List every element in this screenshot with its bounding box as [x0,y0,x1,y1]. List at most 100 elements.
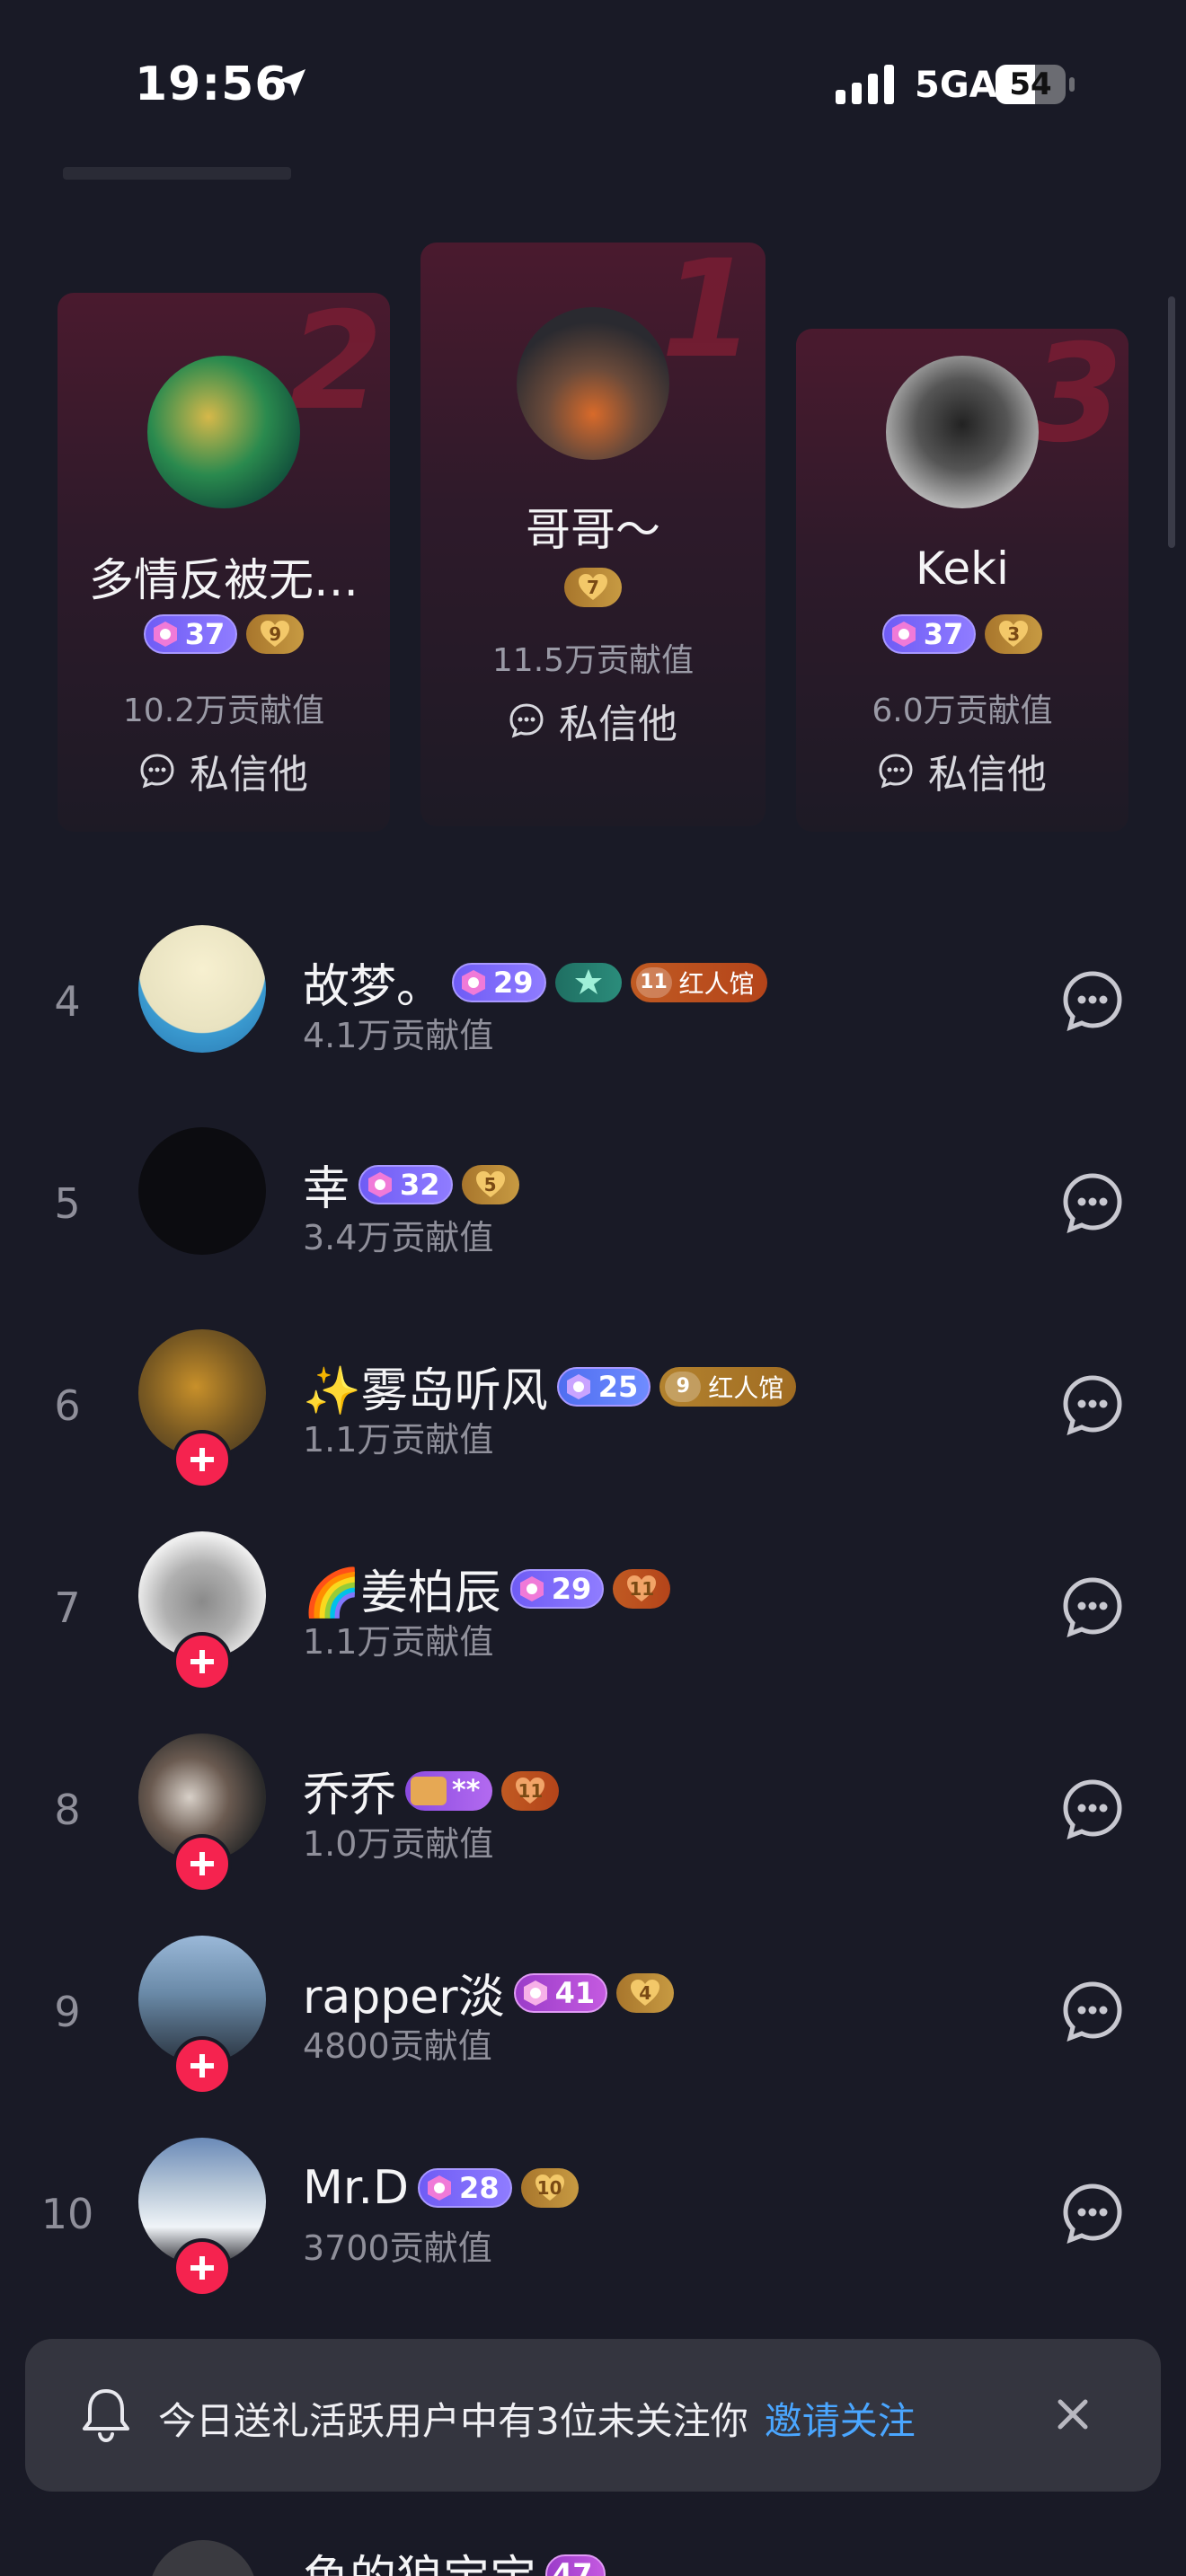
avatar[interactable] [886,356,1039,508]
gem-icon [523,1980,547,2006]
podium-card-3[interactable]: 3 Keki 37 3 6.0万贡献值 私信他 [796,329,1128,832]
header-divider [63,167,291,180]
avatar[interactable] [149,2540,257,2576]
name-line: 乔乔 ** 11 [303,1757,560,1824]
plus-icon [190,1650,214,1673]
avatar[interactable] [138,925,266,1053]
plus-icon [190,1852,214,1875]
level-badge: 37 [881,614,977,654]
podium-card-1[interactable]: 1 哥哥～ 7 11.5万贡献值 私信他 [420,243,766,826]
list-item[interactable]: 10 Mr.D 28 10 3700贡献值 [0,2120,1186,2322]
list-item[interactable]: 9 rapper淡 41 4 4800贡献值 [0,1918,1186,2120]
rank-number: 8 [54,1786,81,1834]
heart-badge: 4 [616,1972,675,2013]
list-item[interactable]: 7 🌈姜柏辰 29 11 1.1万贡献值 [0,1513,1186,1716]
contribution-value: 11.5万贡献值 [491,642,695,679]
user-name[interactable]: 鱼的狼宝宝 [303,2540,536,2576]
chat-icon[interactable] [1060,1777,1125,1841]
list-item-partial[interactable]: 鱼的狼宝宝 47 [0,2533,1186,2576]
podium-name[interactable]: Keki [796,543,1128,595]
rank-number: 9 [54,1988,81,2036]
avatar[interactable] [517,307,669,460]
follow-button[interactable] [173,2238,232,2298]
level-badge: 25 [556,1366,651,1407]
podium-rank-number: 2 [288,293,383,440]
chat-icon[interactable] [1060,1575,1125,1639]
network-type: 5GA [915,65,997,106]
gem-icon [566,1373,590,1399]
toast-text: 今日送礼活跃用户中有3位未关注你 [158,2399,748,2443]
plus-icon [190,1448,214,1471]
user-name[interactable]: 🌈姜柏辰 [303,1555,501,1622]
name-line: 幸 32 5 [303,1151,519,1218]
chat-icon [140,754,174,789]
contribution-value: 6.0万贡献值 [872,693,1053,729]
user-name[interactable]: 乔乔 [303,1757,396,1824]
contribution-value: 1.0万贡献值 [303,1824,494,1864]
list-item[interactable]: 4 故梦。 29 11 红人馆 4.1万贡献值 [0,907,1186,1109]
follow-button[interactable] [173,1834,232,1893]
message-button[interactable]: 私信他 [796,742,1128,799]
rank-number: 7 [54,1584,81,1632]
chat-icon[interactable] [1060,1170,1125,1235]
close-icon[interactable] [1049,2391,1096,2438]
battery-level: 54 [1009,66,1052,102]
toast-message: 今日送礼活跃用户中有3位未关注你 邀请关注 [158,2391,916,2446]
invite-follow-link[interactable]: 邀请关注 [765,2399,916,2443]
heart-badge: 11 [613,1568,671,1609]
vip-badge: ** [405,1770,493,1811]
plus-icon [190,2256,214,2280]
status-time: 19:56 [135,57,288,111]
podium-rank-number: 1 [660,243,755,388]
podium-name[interactable]: 哥哥～ [420,494,766,559]
podium-card-2[interactable]: 2 多情反被无… 37 9 10.2万贡献值 私信他 [58,293,390,832]
message-button[interactable]: 私信他 [420,692,766,749]
chat-icon[interactable] [1060,1372,1125,1437]
gem-icon [462,969,486,995]
name-line: 🌈姜柏辰 29 11 [303,1555,671,1622]
chat-icon[interactable] [1060,1979,1125,2043]
user-name[interactable]: 幸 [303,1151,350,1218]
name-line: 故梦。 29 11 红人馆 [303,948,767,1016]
level-badge: 37 [143,614,238,654]
location-arrow-icon [279,69,305,96]
rank-number: 4 [54,977,81,1026]
user-name[interactable]: rapper淡 [303,1959,505,2026]
level-badge: 47 [545,2554,606,2576]
rank-number: 6 [54,1381,81,1430]
level-badge: 32 [358,1164,453,1204]
scrollbar[interactable] [1168,296,1175,548]
follow-button[interactable] [173,1632,232,1691]
podium-name[interactable]: 多情反被无… [58,544,390,609]
heart-badge: 5 [461,1164,519,1204]
heart-badge: 3 [985,614,1043,654]
gem-icon [368,1171,393,1197]
signal-icon [836,65,894,104]
follow-button[interactable] [173,1430,232,1489]
contribution-value: 4800贡献值 [303,2026,492,2066]
list-item[interactable]: 6 ✨雾岛听风 25 9 红人馆 1.1万贡献值 [0,1311,1186,1513]
user-name[interactable]: 故梦。 [303,948,443,1016]
chat-icon[interactable] [1060,968,1125,1033]
contribution-value: 1.1万贡献值 [303,1622,494,1662]
follow-button[interactable] [173,2036,232,2095]
list-item[interactable]: 8 乔乔 ** 11 1.0万贡献值 [0,1716,1186,1918]
avatar[interactable] [138,1127,266,1255]
contribution-value: 4.1万贡献值 [303,1016,494,1055]
gem-icon [428,2175,452,2201]
follow-reminder-toast: 今日送礼活跃用户中有3位未关注你 邀请关注 [25,2339,1161,2492]
bell-icon [83,2389,129,2443]
message-button[interactable]: 私信他 [58,742,390,799]
star-badge [554,962,622,1002]
user-name[interactable]: ✨雾岛听风 [303,1353,548,1420]
avatar[interactable] [147,356,300,508]
gem-icon [153,622,177,647]
contribution-value: 3700贡献值 [303,2228,492,2268]
user-name[interactable]: Mr.D [303,2161,409,2215]
gem-icon [891,622,916,647]
chat-icon [879,754,913,789]
chat-icon [509,703,544,738]
level-badge: 29 [452,962,546,1002]
chat-icon[interactable] [1060,2181,1125,2245]
list-item[interactable]: 5 幸 32 5 3.4万贡献值 [0,1109,1186,1311]
